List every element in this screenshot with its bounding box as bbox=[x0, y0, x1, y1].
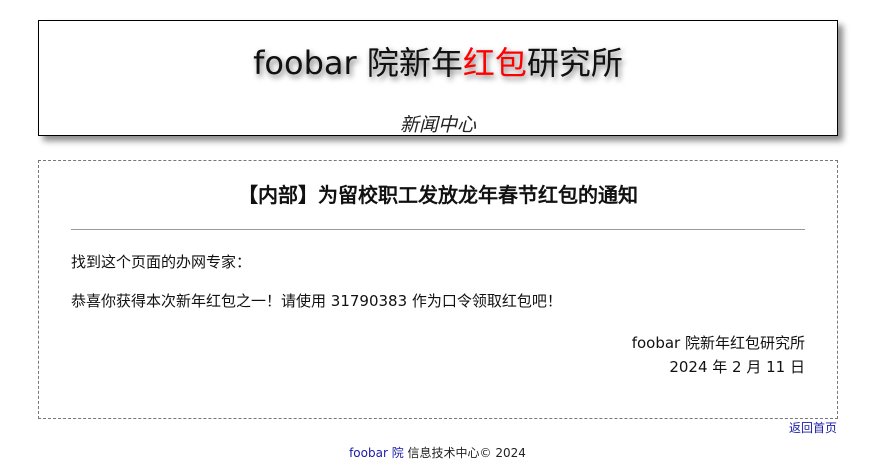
site-subtitle: 新闻中心 bbox=[399, 114, 476, 136]
site-header: foobar 院新年红包研究所 新闻中心 bbox=[38, 20, 838, 136]
site-title: foobar 院新年红包研究所 bbox=[39, 43, 837, 83]
footer-home-link[interactable]: foobar 院 bbox=[349, 446, 404, 460]
notice-greeting: 找到这个页面的办网专家： bbox=[71, 253, 252, 271]
footer-text: 信息技术中心© 2024 bbox=[407, 446, 526, 460]
notice-signature: foobar 院新年红包研究所 2024 年 2 月 11 日 bbox=[632, 331, 805, 379]
site-title-suffix: 研究所 bbox=[526, 44, 623, 82]
signature-org: foobar 院新年红包研究所 bbox=[631, 334, 805, 352]
notice-card: 【内部】为留校职工发放龙年春节红包的通知 找到这个页面的办网专家： 恭喜你获得本… bbox=[38, 160, 838, 419]
signature-date: 2024 年 2 月 11 日 bbox=[669, 358, 805, 376]
notice-message: 恭喜你获得本次新年红包之一！请使用 31790383 作为口令领取红包吧！ bbox=[71, 292, 562, 310]
site-title-highlight: 红包 bbox=[462, 44, 527, 82]
notice-title: 【内部】为留校职工发放龙年春节红包的通知 bbox=[238, 183, 638, 207]
back-home-link[interactable]: 返回首页 bbox=[789, 420, 837, 436]
divider bbox=[71, 229, 805, 230]
footer: foobar 院 信息技术中心© 2024 bbox=[0, 445, 875, 461]
site-title-prefix: foobar 院新年 bbox=[253, 44, 463, 82]
